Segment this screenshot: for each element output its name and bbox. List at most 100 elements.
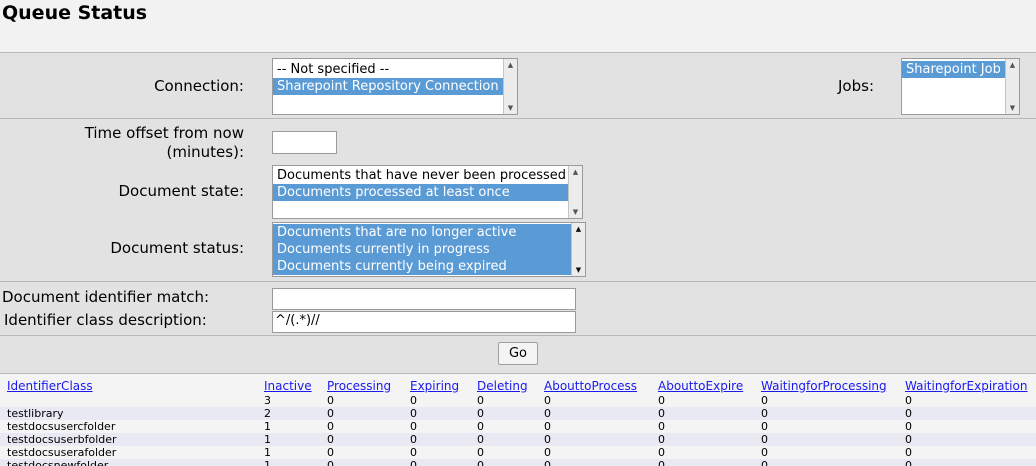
table-row: testdocsuserbfolder 1 0 0 0 0 0 0 0 — [0, 433, 1036, 446]
page-title: Queue Status — [2, 2, 148, 24]
time-offset-input[interactable] — [272, 131, 337, 154]
identifier-class-label: Identifier class description: — [4, 311, 207, 329]
scroll-down-icon[interactable]: ▼ — [504, 102, 517, 114]
count-cell: 0 — [410, 433, 477, 446]
count-cell: 0 — [544, 433, 658, 446]
identifier-class-cell: testdocsuserbfolder — [0, 433, 264, 446]
scroll-up-icon[interactable]: ▲ — [569, 166, 582, 178]
connection-option[interactable]: Sharepoint Repository Connection — [273, 78, 503, 95]
document-status-option[interactable]: Documents that are no longer active — [273, 224, 571, 241]
count-cell: 0 — [327, 446, 410, 459]
go-button[interactable]: Go — [498, 342, 538, 365]
scroll-up-icon[interactable]: ▲ — [572, 223, 585, 235]
count-cell: 0 — [658, 420, 761, 433]
count-cell: 0 — [761, 446, 905, 459]
count-cell: 0 — [410, 407, 477, 420]
count-cell: 3 — [264, 394, 327, 407]
scroll-down-icon[interactable]: ▼ — [1006, 102, 1019, 114]
column-header-link[interactable]: Processing — [327, 379, 391, 393]
identifier-class-input[interactable]: ^/(.*)// — [272, 311, 576, 333]
count-cell: 1 — [264, 433, 327, 446]
connection-label: Connection: — [154, 77, 244, 95]
jobs-select[interactable]: Sharepoint Job ▲ ▼ — [901, 58, 1020, 115]
time-offset-label: Time offset from now (minutes): — [20, 124, 244, 162]
identifier-class-cell: testdocsusercfolder — [0, 420, 264, 433]
count-cell: 0 — [410, 446, 477, 459]
column-header-link[interactable]: WaitingforProcessing — [761, 379, 887, 393]
count-cell: 0 — [327, 433, 410, 446]
count-cell: 0 — [761, 433, 905, 446]
count-cell: 0 — [544, 446, 658, 459]
document-state-select[interactable]: Documents that have never been processed… — [272, 165, 583, 219]
connection-select[interactable]: -- Not specified -- Sharepoint Repositor… — [272, 58, 518, 115]
document-state-scrollbar[interactable]: ▲ ▼ — [568, 166, 582, 218]
count-cell: 0 — [410, 420, 477, 433]
document-status-option[interactable]: Documents currently in progress — [273, 241, 571, 258]
connection-option[interactable]: -- Not specified -- — [273, 61, 503, 78]
count-cell: 0 — [544, 394, 658, 407]
scroll-down-icon[interactable]: ▼ — [572, 264, 585, 276]
count-cell: 0 — [327, 420, 410, 433]
filter-panel: Time offset from now (minutes): Document… — [0, 118, 1036, 281]
count-cell: 0 — [477, 420, 544, 433]
identifier-class-cell — [0, 394, 264, 407]
connection-panel: Connection: -- Not specified -- Sharepoi… — [0, 52, 1036, 118]
document-status-select[interactable]: Documents that are no longer active Docu… — [272, 222, 586, 277]
identifier-match-label: Document identifier match: — [2, 288, 210, 306]
count-cell: 2 — [264, 407, 327, 420]
column-header-link[interactable]: Expiring — [410, 379, 459, 393]
count-cell: 0 — [544, 407, 658, 420]
count-cell: 0 — [544, 420, 658, 433]
count-cell: 0 — [905, 446, 1036, 459]
jobs-label: Jobs: — [838, 77, 874, 95]
column-header-link[interactable]: AbouttoProcess — [544, 379, 637, 393]
column-header-link[interactable]: Deleting — [477, 379, 528, 393]
jobs-scrollbar[interactable]: ▲ ▼ — [1005, 59, 1019, 114]
column-header-link[interactable]: WaitingforExpiration — [905, 379, 1027, 393]
count-cell: 0 — [905, 433, 1036, 446]
document-state-label: Document state: — [118, 182, 244, 200]
time-offset-label-line1: Time offset from now — [84, 124, 244, 142]
count-cell: 0 — [327, 407, 410, 420]
table-row: testdocsusercfolder 1 0 0 0 0 0 0 0 — [0, 420, 1036, 433]
count-cell: 0 — [905, 394, 1036, 407]
column-header-link[interactable]: AbouttoExpire — [658, 379, 743, 393]
document-status-scrollbar[interactable]: ▲ ▼ — [571, 223, 585, 276]
count-cell: 0 — [761, 407, 905, 420]
count-cell: 0 — [477, 433, 544, 446]
count-cell: 0 — [410, 394, 477, 407]
results-body: 3 0 0 0 0 0 0 0 testlibrary 2 0 0 0 0 0 0 0 testdocsuserc… — [0, 394, 1036, 466]
document-state-option[interactable]: Documents that have never been processed — [273, 167, 568, 184]
column-header-link[interactable]: Inactive — [264, 379, 312, 393]
count-cell: 0 — [658, 446, 761, 459]
count-cell: 0 — [761, 420, 905, 433]
scroll-up-icon[interactable]: ▲ — [1006, 59, 1019, 71]
count-cell: 0 — [761, 394, 905, 407]
identifier-match-input[interactable] — [272, 288, 576, 310]
column-header-link[interactable]: IdentifierClass — [7, 379, 93, 393]
count-cell: 0 — [658, 394, 761, 407]
identifier-panel: Document identifier match: Identifier cl… — [0, 281, 1036, 335]
scroll-down-icon[interactable]: ▼ — [569, 206, 582, 218]
count-cell: 0 — [477, 446, 544, 459]
document-state-option[interactable]: Documents processed at least once — [273, 184, 568, 201]
identifier-class-cell: testlibrary — [0, 407, 264, 420]
document-status-option[interactable]: Documents currently being expired — [273, 258, 571, 275]
table-row: testlibrary 2 0 0 0 0 0 0 0 — [0, 407, 1036, 420]
document-status-label: Document status: — [110, 239, 244, 257]
identifier-class-cell: testdocsuserafolder — [0, 446, 264, 459]
count-cell: 0 — [477, 394, 544, 407]
time-offset-label-line2: (minutes): — [166, 143, 244, 161]
table-row: testdocsuserafolder 1 0 0 0 0 0 0 0 — [0, 446, 1036, 459]
count-cell: 0 — [327, 394, 410, 407]
scroll-up-icon[interactable]: ▲ — [504, 59, 517, 71]
count-cell: 0 — [477, 407, 544, 420]
results-header-row: IdentifierClass Inactive Processing Expi… — [0, 374, 1036, 394]
count-cell: 0 — [905, 407, 1036, 420]
jobs-option[interactable]: Sharepoint Job — [902, 61, 1005, 78]
results-table: IdentifierClass Inactive Processing Expi… — [0, 374, 1036, 466]
count-cell: 1 — [264, 446, 327, 459]
count-cell: 1 — [264, 420, 327, 433]
count-cell: 0 — [658, 407, 761, 420]
connection-scrollbar[interactable]: ▲ ▼ — [503, 59, 517, 114]
